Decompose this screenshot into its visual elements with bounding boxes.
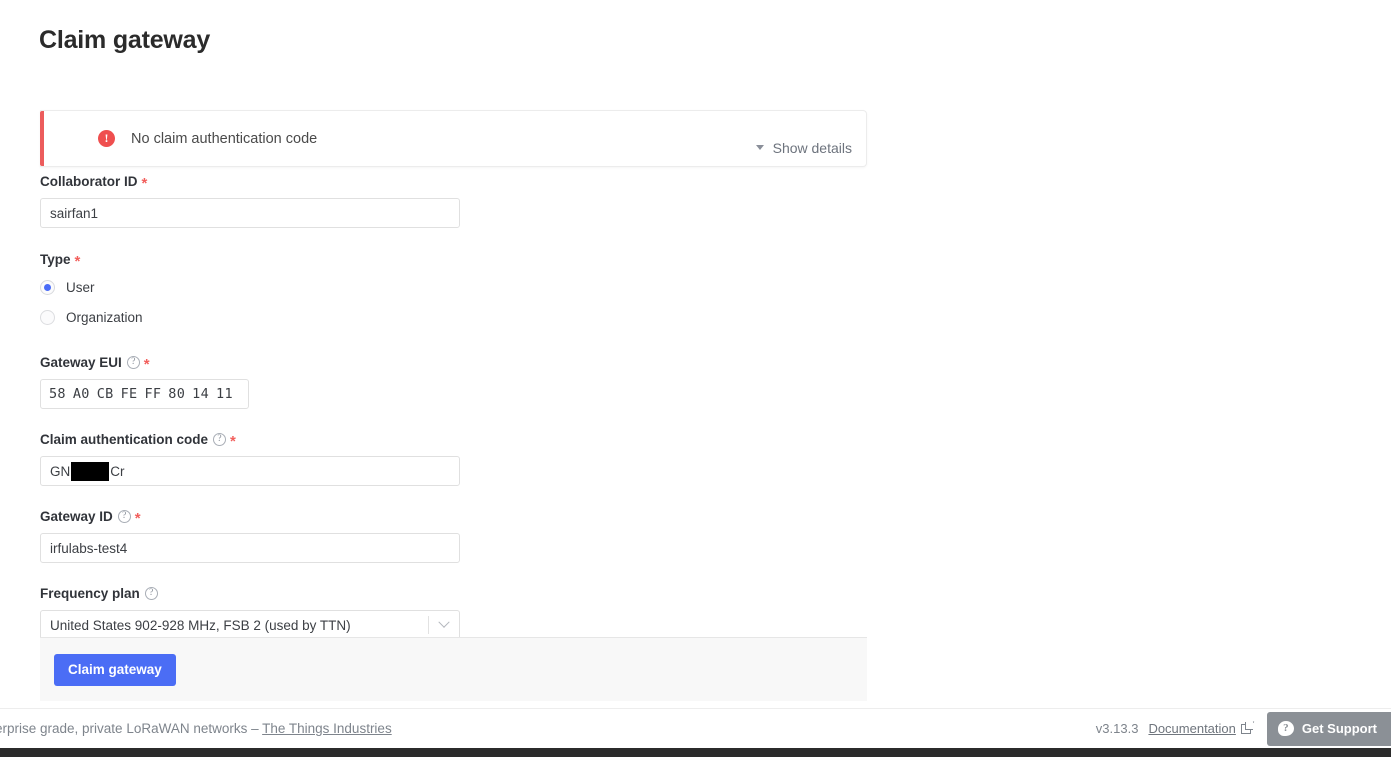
- field-frequency-plan: Frequency plan ? United States 902-928 M…: [40, 584, 870, 640]
- external-link-icon: [1240, 723, 1251, 734]
- gateway-id-label: Gateway ID ? *: [40, 507, 870, 527]
- eui-byte[interactable]: 14: [192, 386, 209, 402]
- eui-byte[interactable]: 11: [216, 386, 233, 402]
- eui-byte[interactable]: A0: [73, 386, 90, 402]
- radio-selected-dot: [44, 283, 51, 291]
- gateway-eui-label: Gateway EUI ? *: [40, 353, 870, 373]
- eui-byte[interactable]: 80: [168, 386, 185, 402]
- radio-user-control[interactable]: [40, 279, 55, 295]
- eui-byte[interactable]: CB: [97, 386, 114, 402]
- claim-code-value: GN Cr: [50, 461, 125, 481]
- help-circle-icon[interactable]: ?: [126, 355, 140, 369]
- field-gateway-eui: Gateway EUI ? * 58 A0 CB FE FF 80 14 11: [40, 353, 870, 409]
- page-title: Claim gateway: [39, 26, 211, 54]
- frequency-plan-value: United States 902-928 MHz, FSB 2 (used b…: [50, 617, 351, 633]
- gateway-id-label-text: Gateway ID: [40, 508, 113, 524]
- the-things-industries-link[interactable]: The Things Industries: [262, 721, 392, 736]
- collaborator-id-input[interactable]: sairfan1: [40, 198, 460, 228]
- field-claim-authentication-code: Claim authentication code ? * GN Cr: [40, 430, 870, 486]
- help-circle-icon[interactable]: ?: [144, 586, 158, 600]
- os-taskbar-strip: [0, 748, 1391, 757]
- chevron-down-icon[interactable]: [429, 616, 459, 629]
- question-chat-icon: ?: [1277, 721, 1294, 736]
- footer-tagline: erprise grade, private LoRaWAN networks …: [0, 721, 392, 736]
- claim-authentication-code-label-text: Claim authentication code: [40, 431, 209, 447]
- claim-code-prefix: GN: [50, 463, 71, 479]
- error-exclamation-icon: !: [98, 130, 115, 147]
- show-details-label: Show details: [772, 139, 852, 156]
- field-gateway-id: Gateway ID ? * irfulabs-test4: [40, 507, 870, 563]
- eui-byte[interactable]: 58: [49, 386, 66, 402]
- get-support-button[interactable]: ? Get Support: [1266, 711, 1391, 746]
- claim-authentication-code-input[interactable]: GN Cr: [40, 456, 460, 486]
- radio-option-organization[interactable]: Organization: [40, 302, 870, 332]
- type-label: Type *: [40, 250, 870, 270]
- collaborator-id-label-text: Collaborator ID: [40, 173, 138, 189]
- required-marker: *: [74, 252, 81, 270]
- gateway-eui-label-text: Gateway EUI: [40, 354, 122, 370]
- required-marker: *: [230, 432, 236, 450]
- footer-right-group: v3.13.3 Documentation ? Get Support: [1096, 709, 1391, 748]
- radio-organization-control[interactable]: [40, 309, 55, 325]
- alert-accent-bar: [40, 111, 44, 166]
- collaborator-id-label: Collaborator ID *: [40, 172, 870, 192]
- claim-gateway-page: Claim gateway ! No claim authentication …: [0, 0, 1391, 757]
- eui-byte[interactable]: FE: [121, 386, 138, 402]
- claim-gateway-form: Collaborator ID * sairfan1 Type * User O…: [40, 172, 870, 640]
- alert-message: No claim authentication code: [131, 130, 318, 147]
- required-marker: *: [134, 509, 141, 527]
- gateway-id-value: irfulabs-test4: [50, 540, 128, 556]
- help-circle-icon[interactable]: ?: [213, 432, 227, 446]
- frequency-plan-select[interactable]: United States 902-928 MHz, FSB 2 (used b…: [40, 610, 460, 640]
- claim-code-suffix: Cr: [110, 463, 125, 479]
- required-marker: *: [143, 355, 150, 373]
- form-submit-bar: Claim gateway: [40, 637, 867, 701]
- gateway-eui-input[interactable]: 58 A0 CB FE FF 80 14 11: [40, 379, 249, 409]
- redaction-bar: [71, 461, 110, 481]
- documentation-link[interactable]: Documentation: [1148, 721, 1235, 736]
- radio-option-user[interactable]: User: [40, 272, 870, 302]
- error-alert: ! No claim authentication code Show deta…: [40, 110, 867, 167]
- footer-tagline-text: erprise grade, private LoRaWAN networks …: [0, 721, 263, 736]
- required-marker: *: [141, 174, 148, 192]
- help-circle-icon[interactable]: ?: [117, 509, 131, 523]
- field-collaborator-id: Collaborator ID * sairfan1: [40, 172, 870, 228]
- version-label: v3.13.3: [1095, 721, 1139, 736]
- show-details-toggle[interactable]: Show details: [755, 122, 852, 156]
- collaborator-id-value: sairfan1: [50, 205, 99, 221]
- type-label-text: Type: [40, 251, 71, 267]
- get-support-label: Get Support: [1301, 721, 1377, 736]
- frequency-plan-label: Frequency plan ?: [40, 584, 870, 602]
- eui-byte[interactable]: FF: [144, 386, 161, 402]
- gateway-id-input[interactable]: irfulabs-test4: [40, 533, 460, 563]
- caret-down-icon: [755, 145, 764, 150]
- radio-organization-label: Organization: [66, 309, 143, 325]
- field-type: Type * User Organization: [40, 250, 870, 332]
- page-footer: erprise grade, private LoRaWAN networks …: [0, 708, 1391, 748]
- claim-authentication-code-label: Claim authentication code ? *: [40, 430, 870, 450]
- claim-gateway-submit-button[interactable]: Claim gateway: [54, 653, 176, 686]
- frequency-plan-label-text: Frequency plan: [40, 585, 140, 601]
- radio-user-label: User: [66, 279, 95, 295]
